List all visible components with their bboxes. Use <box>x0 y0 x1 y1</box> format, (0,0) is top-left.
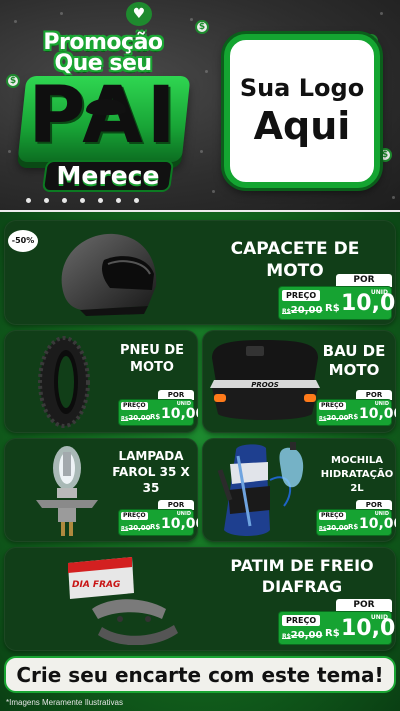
logo-line-1: Sua Logo <box>239 74 365 102</box>
preco-label: PREÇO <box>121 402 148 410</box>
currency-symbol: R$ <box>150 413 161 421</box>
discount-badge: -50% <box>8 230 38 252</box>
logo-line-2: Aqui <box>253 104 351 148</box>
hydration-backpack-icon <box>217 442 304 536</box>
preco-label: PREÇO <box>121 512 148 520</box>
price-box: PREÇO R$20,00 R$ 10,00 UNID <box>278 611 396 645</box>
top-case-icon: PROOS <box>210 340 320 420</box>
product-name: PNEU DE MOTO <box>119 343 185 375</box>
header-banner: ♥ $ $ $ $ $ Promoção Que seu PAI Merece … <box>0 0 400 212</box>
price-tag: POR PREÇO R$20,00 R$ 10,00 UNID <box>118 500 198 536</box>
coin-icon: $ <box>195 20 209 34</box>
unit-label: UNID <box>370 614 388 621</box>
currency-symbol: R$ <box>348 413 359 421</box>
brand-text: DIA FRAG <box>72 580 120 590</box>
product-card-pneu[interactable]: PNEU DE MOTO POR PREÇO R$20,00 R$ 10,00 … <box>4 330 198 433</box>
brand-text: PROOS <box>251 381 278 389</box>
tire-icon <box>38 336 90 428</box>
preco-label: PREÇO <box>319 512 346 520</box>
currency-symbol: R$ <box>348 523 359 531</box>
helmet-icon <box>61 233 157 316</box>
price-box: PREÇO R$20,00 R$ 10,00 UNID <box>118 399 198 426</box>
preco-label: PREÇO <box>282 290 321 301</box>
old-price: R$20,00 <box>319 524 349 532</box>
price-tag: POR PREÇO R$20,00 R$ 10,00 UNID <box>316 500 396 536</box>
pai-heading: PAI <box>28 71 180 161</box>
create-flyer-button[interactable]: Crie seu encarte com este tema! <box>4 656 396 693</box>
dot-ornament <box>26 198 139 203</box>
heart-icon: ♥ <box>126 2 152 26</box>
preco-label: PREÇO <box>282 615 321 626</box>
headlight-bulb-icon <box>36 446 98 536</box>
merece-text: Merece <box>56 161 160 190</box>
product-card-mochila[interactable]: MOCHILA HIDRATAÇÃO 2L POR PREÇO R$20,00 … <box>202 438 396 542</box>
price-box: PREÇO R$20,00 R$ 10,00 UNID <box>278 286 396 320</box>
product-name: PATIM DE FREIO DIAFRAG <box>230 556 374 596</box>
price-box: PREÇO R$20,00 R$ 10,00 UNID <box>118 509 198 536</box>
product-name: MOCHILA HIDRATAÇÃO 2L <box>320 455 394 494</box>
product-card-patim[interactable]: DIA FRAG PATIM DE FREIO DIAFRAG POR PREÇ… <box>4 547 396 651</box>
price-tag: POR PREÇO R$20,00 R$ 10,00 UNID <box>278 599 396 645</box>
currency-symbol: R$ <box>150 523 161 531</box>
price-tag: POR PREÇO R$20,00 R$ 10,00 UNID <box>316 390 396 426</box>
old-price: R$20,00 <box>282 305 323 316</box>
old-price: R$20,00 <box>282 630 323 641</box>
old-price: R$20,00 <box>121 524 151 532</box>
promo-line-1: Promoção <box>43 30 163 55</box>
price-box: PREÇO R$20,00 R$ 10,00 UNID <box>316 399 396 426</box>
unit-label: UNID <box>370 289 388 296</box>
brake-shoe-icon: DIA FRAG <box>68 557 178 645</box>
old-price: R$20,00 <box>121 414 151 422</box>
unit-label: UNID <box>176 511 191 517</box>
product-card-lampada[interactable]: LAMPADA FAROL 35 X 35 POR PREÇO R$20,00 … <box>4 438 198 542</box>
unit-label: UNID <box>374 511 389 517</box>
product-name: LAMPADA FAROL 35 X 35 <box>112 449 190 495</box>
mustache-icon <box>86 99 126 115</box>
product-card-capacete[interactable]: CAPACETE DE MOTO POR PREÇO R$20,00 R$ 10… <box>4 220 396 325</box>
unit-label: UNID <box>374 401 389 407</box>
coin-icon: $ <box>378 148 392 162</box>
currency-symbol: R$ <box>325 628 340 639</box>
product-card-bau[interactable]: PROOS BAU DE MOTO POR PREÇO R$20,00 R$ 1… <box>202 330 396 433</box>
coin-icon: $ <box>6 74 20 88</box>
unit-label: UNID <box>176 401 191 407</box>
logo-placeholder[interactable]: Sua Logo Aqui <box>224 34 380 188</box>
product-name: BAU DE MOTO <box>322 342 386 379</box>
preco-label: PREÇO <box>319 402 346 410</box>
disclaimer-text: *Imagens Meramente Ilustrativas <box>6 698 123 707</box>
price-tag: POR PREÇO R$20,00 R$ 10,00 UNID <box>118 390 198 426</box>
price-box: PREÇO R$20,00 R$ 10,00 UNID <box>316 509 396 536</box>
currency-symbol: R$ <box>325 303 340 314</box>
price-tag: POR PREÇO R$20,00 R$ 10,00 UNID <box>278 274 396 320</box>
old-price: R$20,00 <box>319 414 349 422</box>
